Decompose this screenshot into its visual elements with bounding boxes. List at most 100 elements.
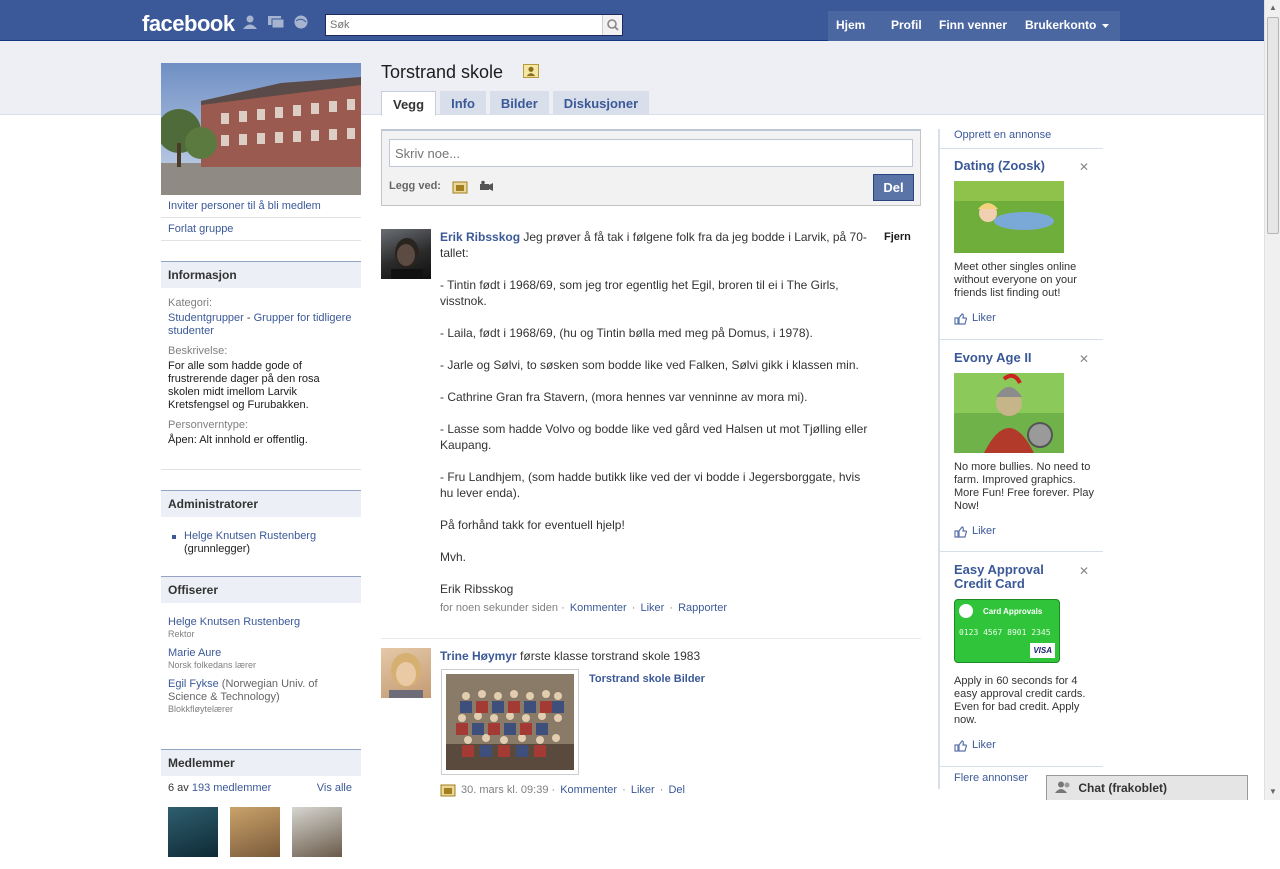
share-link[interactable]: Del (668, 782, 685, 798)
share-button[interactable]: Del (873, 174, 914, 201)
friend-requests-icon[interactable] (241, 15, 259, 29)
nav-home[interactable]: Hjem (828, 11, 883, 41)
search-button[interactable] (602, 15, 622, 35)
members-count-link[interactable]: 193 medlemmer (192, 782, 271, 794)
create-ad-link[interactable]: Opprett en annonse (954, 129, 1051, 141)
remove-post-link[interactable]: Fjern (884, 231, 911, 243)
nav-account[interactable]: Brukerkonto (1017, 11, 1120, 41)
ad-item: Dating (Zoosk) ✕ Meet other singles onli… (954, 159, 1101, 325)
more-ads-link[interactable]: Flere annonser (954, 772, 1028, 784)
search-box[interactable] (325, 14, 623, 36)
chat-bar[interactable]: Chat (frakoblet) (1046, 775, 1248, 800)
group-tabs: Vegg Info Bilder Diskusjoner (381, 91, 653, 116)
scroll-down-arrow-icon[interactable]: ▼ (1265, 784, 1280, 800)
tab-discussions[interactable]: Diskusjoner (552, 91, 650, 115)
officer-title: Blokkfløytelærer (168, 704, 234, 714)
ad-title[interactable]: Evony Age II (954, 350, 1032, 365)
ad-text: Apply in 60 seconds for 4 easy approval … (954, 675, 1086, 726)
invite-members-row: Inviter personer til å bli medlem (161, 195, 361, 218)
messages-icon[interactable] (267, 15, 285, 29)
post-author-avatar[interactable] (381, 648, 431, 698)
ad-like[interactable]: Liker (954, 525, 1101, 538)
close-icon[interactable]: ✕ (1079, 353, 1089, 366)
post-intro-line: Erik Ribsskog Jeg prøver å få tak i følg… (440, 229, 872, 261)
composer-input[interactable] (389, 139, 913, 167)
officer-name-link[interactable]: Helge Knutsen Rustenberg (168, 616, 300, 628)
ad-image[interactable] (954, 373, 1064, 453)
search-icon (607, 19, 619, 31)
page-scrollbar[interactable]: ▲ ▼ (1264, 0, 1280, 800)
album-link[interactable]: Torstrand skole Bilder (589, 671, 705, 687)
like-link[interactable]: Liker (631, 782, 655, 798)
tab-photos[interactable]: Bilder (489, 91, 549, 115)
comment-link[interactable]: Kommenter (570, 602, 627, 614)
officer-name-link[interactable]: Egil Fykse (168, 678, 219, 690)
album-photo-frame[interactable] (441, 669, 579, 775)
ad-like[interactable]: Liker (954, 312, 1101, 325)
wall-post: Trine Høymyr første klasse torstrand sko… (381, 648, 921, 800)
ad-text: Meet other singles online without everyo… (954, 261, 1077, 299)
report-link[interactable]: Rapporter (678, 602, 727, 614)
ad-like[interactable]: Liker (954, 739, 1101, 752)
post-text: første klasse torstrand skole 1983 (520, 649, 701, 663)
notifications-icon[interactable] (292, 15, 310, 29)
facebook-logo[interactable]: facebook (142, 11, 235, 37)
search-input[interactable] (326, 15, 602, 35)
post-body: Erik Ribsskog Jeg prøver å få tak i følg… (440, 229, 872, 616)
class-photo (446, 674, 574, 770)
photo-attach-icon[interactable] (452, 180, 468, 194)
chevron-down-icon (1102, 24, 1110, 28)
evony-ad-image (954, 373, 1064, 453)
officers-box: Helge Knutsen Rustenberg Rektor Marie Au… (161, 603, 361, 723)
see-all-members-link[interactable]: Vis alle (317, 782, 352, 795)
thumbs-up-icon (954, 312, 968, 325)
ad-like-label: Liker (972, 312, 996, 324)
wall-composer: Legg ved: Del (381, 129, 921, 206)
close-icon[interactable]: ✕ (1079, 161, 1089, 174)
tab-info[interactable]: Info (440, 91, 486, 115)
member-avatar[interactable] (292, 807, 342, 857)
close-icon[interactable]: ✕ (1079, 565, 1089, 578)
top-bar: facebook Hjem Profil Finn venner Brukerk… (0, 0, 1264, 41)
post-author-link[interactable]: Erik Ribsskog (440, 230, 520, 244)
nav-profile[interactable]: Profil (883, 11, 931, 41)
invite-members-link[interactable]: Inviter personer til å bli medlem (168, 200, 321, 212)
post-paragraph: - Fru Landhjem, (som hadde butikk like v… (440, 470, 861, 500)
officer-name-link[interactable]: Marie Aure (168, 647, 221, 659)
attach-label: Legg ved: (389, 180, 441, 192)
chat-label: Chat (frakoblet) (1078, 781, 1168, 795)
post-body: Trine Høymyr første klasse torstrand sko… (440, 648, 920, 798)
video-attach-icon[interactable] (478, 180, 494, 194)
like-link[interactable]: Liker (640, 602, 664, 614)
member-avatar[interactable] (230, 807, 280, 857)
member-avatar[interactable] (168, 807, 218, 857)
ad-separator (940, 551, 1103, 552)
category-value: Studentgrupper - Grupper for tidligere s… (168, 312, 354, 338)
post-author-avatar[interactable] (381, 229, 431, 279)
comment-link[interactable]: Kommenter (560, 782, 617, 798)
description-label: Beskrivelse: (168, 345, 228, 357)
ad-title[interactable]: Dating (Zoosk) (954, 158, 1045, 173)
category-link-studentgroups[interactable]: Studentgrupper (168, 312, 244, 324)
ad-separator (940, 339, 1103, 340)
school-building-image (161, 63, 361, 195)
members-heading: Medlemmer (161, 749, 361, 776)
ad-text: No more bullies. No need to farm. Improv… (954, 461, 1094, 512)
post-paragraph: Mvh. (440, 550, 467, 564)
post-paragraph: - Laila, født i 1968/69, (hu og Tintin b… (440, 326, 813, 340)
group-picture[interactable] (161, 63, 361, 195)
leave-group-link[interactable]: Forlat gruppe (168, 223, 233, 235)
officers-heading: Offiserer (161, 576, 361, 603)
ad-image[interactable]: Card Approvals 0123 4567 8901 2345 VISA (954, 599, 1060, 663)
card-number: 0123 4567 8901 2345 (959, 628, 1051, 637)
post-meta: 30. mars kl. 09:39 · Kommenter · Liker ·… (440, 782, 920, 798)
post-author-link[interactable]: Trine Høymyr (440, 649, 517, 663)
ad-title[interactable]: Easy Approval Credit Card (954, 563, 1064, 591)
post-paragraph: - Lasse som hadde Volvo og bodde like ve… (440, 422, 868, 452)
scroll-thumb[interactable] (1267, 17, 1279, 234)
scroll-up-arrow-icon[interactable]: ▲ (1265, 0, 1280, 16)
admin-name-link[interactable]: Helge Knutsen Rustenberg (184, 530, 316, 542)
nav-find-friends[interactable]: Finn venner (931, 11, 1017, 41)
ad-image[interactable] (954, 181, 1064, 253)
tab-wall[interactable]: Vegg (381, 91, 437, 116)
